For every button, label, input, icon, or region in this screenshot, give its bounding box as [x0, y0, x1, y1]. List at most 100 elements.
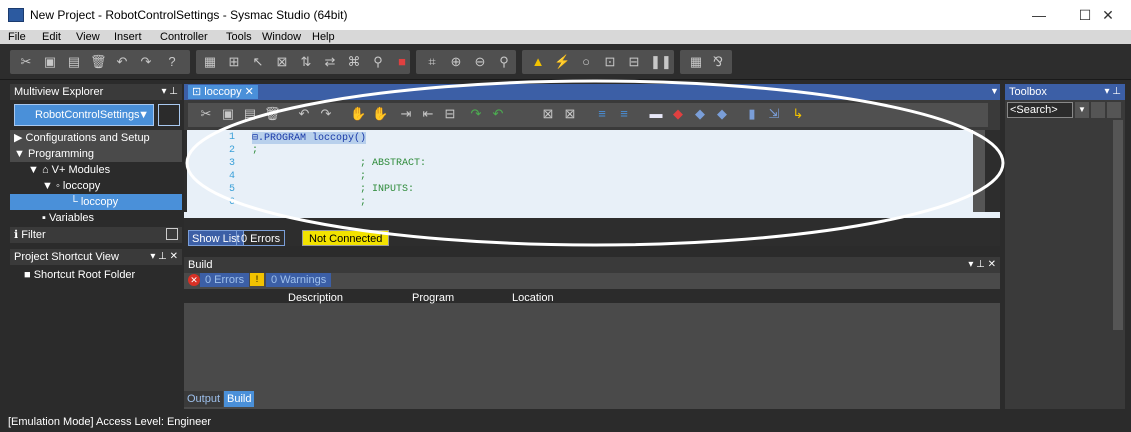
multiview-pin-icon[interactable]: ▾ ⊥ — [161, 84, 178, 100]
warning-icon[interactable]: ▲ — [530, 54, 546, 70]
tab-build[interactable]: Build — [224, 391, 255, 407]
column-location[interactable]: Location — [512, 292, 554, 304]
build-title: Build — [188, 259, 213, 271]
device-select-label: RobotControlSettings — [35, 109, 140, 121]
stop-icon[interactable]: ■ — [394, 54, 410, 70]
filter-bar[interactable]: ℹ Filter — [10, 227, 182, 243]
tree-item-loccopy-program[interactable]: └ loccopy — [10, 194, 182, 210]
menu-bar: File Edit View Insert Controller Tools W… — [0, 30, 1131, 44]
table-icon[interactable]: ▦ — [688, 54, 704, 70]
shortcut-title: Project Shortcut View — [14, 251, 119, 263]
tree-item-programming[interactable]: ▼ Programming — [10, 146, 182, 162]
zoom-in-icon[interactable]: ⊕ — [448, 54, 464, 70]
chevron-down-icon[interactable]: ▼ — [1075, 102, 1089, 118]
tree-arrow-icon: ▼ — [14, 148, 25, 160]
delete-icon[interactable]: 🗑 — [90, 54, 107, 70]
cycle-icon[interactable]: ○ — [578, 54, 594, 70]
filter-icon: ℹ — [14, 229, 19, 241]
toolbox-title: Toolbox — [1009, 86, 1047, 98]
column-description[interactable]: Description — [288, 292, 343, 304]
multiview-header: Multiview Explorer ▾ ⊥ — [10, 84, 182, 100]
network-icon[interactable]: ⌘ — [346, 54, 362, 70]
tree-arrow-icon: ▼ — [42, 180, 53, 192]
clear-search-icon[interactable] — [1107, 102, 1121, 118]
multiview-title: Multiview Explorer — [14, 86, 104, 98]
toolbox-pin-icon[interactable]: ▾ ⊥ — [1104, 84, 1121, 100]
device-select[interactable]: RobotControlSettings ▼ — [14, 104, 154, 126]
tree-item-variables[interactable]: ▪ Variables — [38, 210, 182, 226]
filter-label: Filter — [21, 229, 46, 241]
program-icon: └ — [70, 196, 78, 208]
title-bar: New Project - RobotControlSettings - Sys… — [0, 0, 1131, 30]
tab-output[interactable]: Output — [184, 391, 224, 407]
build-panel: Build ▾ ⊥ ✕ ✕ 0 Errors ! 0 Warnings Outp… — [184, 257, 1000, 409]
tree-item-label: V+ Modules — [51, 164, 111, 176]
undo-icon[interactable]: ↶ — [114, 54, 130, 70]
compile-icon[interactable]: ⊞ — [226, 54, 242, 70]
tree-item-vplus-modules[interactable]: ▼ ⌂ V+ Modules — [24, 162, 182, 178]
transfer-icon[interactable]: ⇄ — [322, 54, 338, 70]
device-config-icon[interactable] — [158, 104, 180, 126]
shortcut-root-label: Shortcut Root Folder — [33, 269, 136, 281]
minimize-button[interactable]: — — [1016, 0, 1062, 30]
folder-icon: ■ — [24, 269, 31, 281]
menu-file[interactable]: File — [8, 31, 26, 43]
toolbox-scrollbar[interactable] — [1113, 120, 1123, 330]
menu-controller[interactable]: Controller — [160, 31, 208, 43]
paste-icon[interactable]: ▤ — [66, 54, 82, 70]
build-warnings-filter[interactable]: 0 Warnings — [266, 273, 332, 287]
tree-item-label: Configurations and Setup — [25, 132, 150, 144]
search-icon[interactable] — [1091, 102, 1105, 118]
build-header: Build ▾ ⊥ ✕ — [184, 257, 1000, 273]
toolbox-search-input[interactable]: <Search> — [1007, 102, 1073, 118]
status-bar: [Emulation Mode] Access Level: Engineer — [0, 412, 1131, 432]
shortcut-pin-icon[interactable]: ▾ ⊥ ✕ — [150, 249, 178, 265]
menu-insert[interactable]: Insert — [114, 31, 142, 43]
variable-icon[interactable]: ⅋ — [710, 54, 726, 70]
window-title: New Project - RobotControlSettings - Sys… — [30, 8, 348, 22]
fit-icon[interactable]: ⌗ — [424, 54, 440, 70]
error-icon: ✕ — [188, 274, 200, 286]
tree-item-configurations[interactable]: ▶ Configurations and Setup — [10, 130, 182, 146]
menu-tools[interactable]: Tools — [226, 31, 252, 43]
module-icon: ◦ — [55, 180, 60, 192]
variables-icon: ▪ — [42, 212, 46, 224]
annotation-oval — [185, 79, 1005, 247]
close-button[interactable]: ✕ — [1085, 0, 1131, 30]
shortcut-panel: Project Shortcut View ▾ ⊥ ✕ ■ Shortcut R… — [10, 249, 182, 409]
sync-icon[interactable]: ⇅ — [298, 54, 314, 70]
app-icon — [8, 8, 24, 22]
pointer-icon[interactable]: ↖ — [250, 54, 266, 70]
zoom-out-icon[interactable]: ⊖ — [472, 54, 488, 70]
trace-icon[interactable]: ⊟ — [626, 54, 642, 70]
copy-icon[interactable]: ▣ — [42, 54, 58, 70]
tree-item-label: Programming — [27, 148, 94, 160]
shortcut-root-folder[interactable]: ■ Shortcut Root Folder — [20, 267, 180, 283]
build-icon[interactable]: ▦ — [202, 54, 218, 70]
simulate-icon[interactable]: ⚡ — [554, 54, 570, 70]
filter-toggle-icon[interactable] — [166, 228, 178, 240]
toolbox-header: Toolbox ▾ ⊥ — [1005, 84, 1125, 100]
monitor-icon[interactable]: ⊠ — [274, 54, 290, 70]
tree-item-label: loccopy — [62, 180, 101, 192]
column-program[interactable]: Program — [412, 292, 454, 304]
search-icon[interactable]: ⚲ — [496, 54, 512, 70]
redo-icon[interactable]: ↷ — [138, 54, 154, 70]
cut-icon[interactable]: ✂ — [18, 54, 34, 70]
help-icon[interactable]: ? — [164, 54, 180, 70]
menu-help[interactable]: Help — [312, 31, 335, 43]
find-icon[interactable]: ⚲ — [370, 54, 386, 70]
tree-item-label: loccopy — [80, 196, 119, 208]
tree-item-loccopy-module[interactable]: ▼ ◦ loccopy — [38, 178, 182, 194]
tree-arrow-icon: ▼ — [28, 164, 39, 176]
warning-icon: ! — [250, 273, 264, 286]
menu-edit[interactable]: Edit — [42, 31, 61, 43]
build-errors-filter[interactable]: 0 Errors — [200, 273, 250, 287]
menu-window[interactable]: Window — [262, 31, 301, 43]
pause-icon[interactable]: ❚❚ — [650, 54, 672, 70]
step-icon[interactable]: ⊡ — [602, 54, 618, 70]
build-pin-icon[interactable]: ▾ ⊥ ✕ — [968, 257, 996, 273]
menu-view[interactable]: View — [76, 31, 100, 43]
chevron-down-icon: ▼ — [138, 109, 149, 121]
toolbox-panel: Toolbox ▾ ⊥ <Search> ▼ — [1005, 84, 1125, 409]
